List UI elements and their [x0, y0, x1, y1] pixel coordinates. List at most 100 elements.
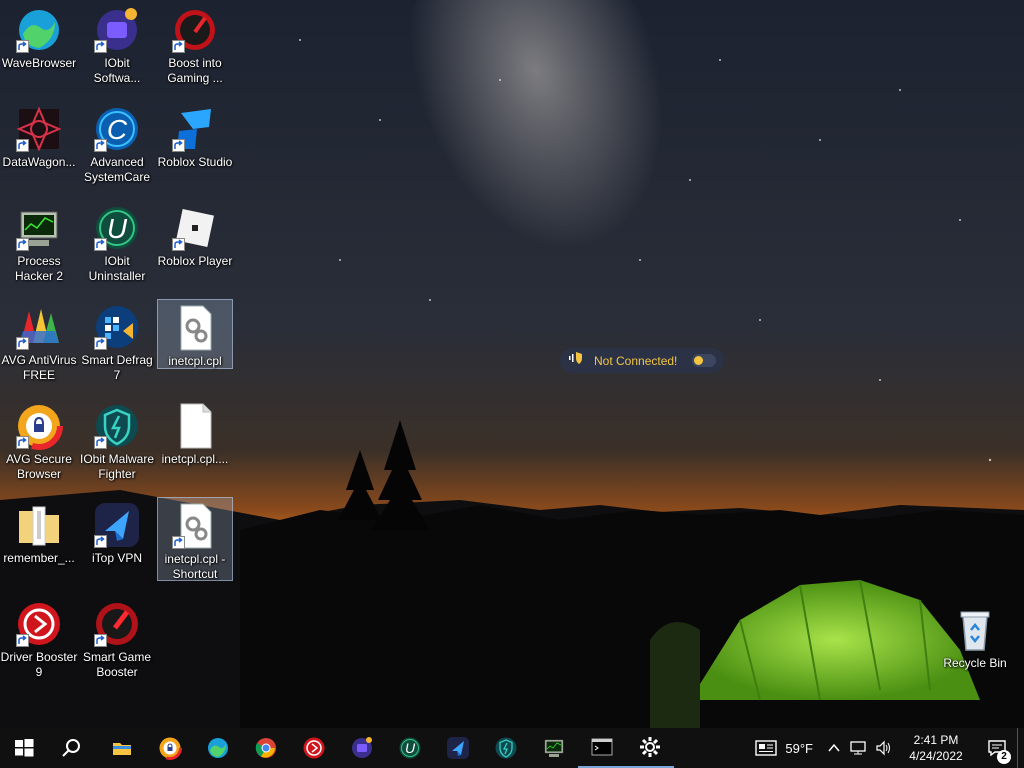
taskbar-app-iobit-uninstaller[interactable]: U [386, 728, 434, 768]
desktop-shortcut-iobit-software-updater[interactable]: IObit Softwa... [79, 2, 155, 85]
shortcut-arrow-icon [94, 238, 107, 251]
desktop-shortcut-iobit-uninstaller[interactable]: U IObit Uninstaller [79, 200, 155, 283]
desktop-shortcut-smart-game-booster[interactable]: Smart Game Booster [79, 596, 155, 679]
command-prompt-icon [591, 738, 613, 756]
iobit-software-updater-icon [93, 6, 141, 54]
taskbar-app-iobit-software-updater[interactable] [338, 728, 386, 768]
desktop-icon-label: IObit Uninstaller [88, 254, 146, 283]
desktop-icon-label: Smart Defrag 7 [81, 353, 153, 382]
desktop-icon-label: Driver Booster 9 [0, 650, 78, 679]
desktop-shortcut-blank-file[interactable]: inetcpl.cpl.... [157, 398, 233, 470]
process-hacker-icon [15, 204, 63, 252]
shortcut-arrow-icon [16, 40, 29, 53]
chrome-icon [255, 738, 276, 758]
desktop-icon-label: inetcpl.cpl - Shortcut [164, 552, 226, 581]
windows-start-icon [15, 739, 34, 757]
search-icon [62, 739, 80, 757]
shortcut-arrow-icon [172, 139, 185, 152]
news-weather-widget[interactable]: 59°F [755, 740, 813, 756]
taskbar-app-wave-browser[interactable] [194, 728, 242, 768]
taskbar-app-command-prompt[interactable] [578, 728, 626, 768]
desktop-shortcut-driver-booster[interactable]: Driver Booster 9 [1, 596, 77, 679]
datawagon-icon [15, 105, 63, 153]
roblox-player-icon [171, 204, 219, 252]
desktop-shortcut-avg-antivirus[interactable]: AVG AntiVirus FREE [1, 299, 77, 382]
notification-count-badge: 2 [997, 750, 1011, 764]
desktop-icon-label: Advanced SystemCare [83, 155, 151, 184]
desktop-icon-label: WaveBrowser [1, 56, 77, 70]
speaker-icon[interactable] [875, 740, 893, 756]
taskbar-app-avg-secure-browser[interactable] [146, 728, 194, 768]
desktop-shortcut-process-hacker[interactable]: Process Hacker 2 [1, 200, 77, 283]
wave-browser-icon [208, 738, 228, 758]
taskbar-app-process-hacker[interactable] [530, 728, 578, 768]
blank-file-icon [171, 402, 219, 450]
taskbar-app-driver-booster[interactable] [290, 728, 338, 768]
desktop-shortcut-boost-gaming[interactable]: Boost into Gaming ... [157, 2, 233, 85]
smart-defrag-icon [93, 303, 141, 351]
avg-secure-browser-icon [15, 402, 63, 450]
desktop-shortcut-smart-defrag[interactable]: Smart Defrag 7 [79, 299, 155, 382]
recycle-bin-shortcut[interactable]: Recycle Bin [937, 602, 1013, 674]
shortcut-arrow-icon [16, 238, 29, 251]
itop-vpn-icon [447, 737, 469, 759]
desktop-shortcut-roblox-studio[interactable]: Roblox Studio [157, 101, 233, 173]
vpn-status-widget[interactable]: Not Connected! [560, 348, 724, 373]
network-icon[interactable] [849, 740, 867, 756]
desktop-icon-label: inetcpl.cpl [168, 354, 222, 368]
driver-booster-icon [15, 600, 63, 648]
taskbar-app-settings[interactable] [626, 728, 674, 768]
smart-game-booster-icon [93, 600, 141, 648]
process-hacker-icon [544, 739, 564, 757]
svg-text:C: C [107, 114, 128, 145]
cpl-shortcut-icon [171, 502, 219, 550]
desktop-icon-label: Process Hacker 2 [14, 254, 64, 283]
taskbar: U 59°F 2:41 PM 4/24/2022 2 [0, 728, 1024, 768]
svg-text:U: U [107, 213, 128, 244]
taskbar-app-itop-vpn[interactable] [434, 728, 482, 768]
tray-icons [827, 740, 893, 756]
shortcut-arrow-icon [94, 634, 107, 647]
action-center-button[interactable]: 2 [977, 738, 1017, 764]
desktop-shortcut-zip-folder[interactable]: remember_... [1, 497, 77, 569]
taskbar-app-file-explorer[interactable] [98, 728, 146, 768]
desktop-icon-label: Roblox Player [157, 254, 233, 268]
clock[interactable]: 2:41 PM 4/24/2022 [903, 732, 969, 764]
desktop-icon-label: DataWagon... [2, 155, 76, 169]
start-button[interactable] [0, 728, 48, 768]
desktop-shortcut-datawagon[interactable]: DataWagon... [1, 101, 77, 173]
show-desktop-button[interactable] [1017, 728, 1024, 768]
shortcut-arrow-icon [172, 40, 185, 53]
wave-browser-icon [15, 6, 63, 54]
desktop-shortcut-roblox-player[interactable]: Roblox Player [157, 200, 233, 272]
iobit-malware-fighter-icon [495, 737, 517, 759]
iobit-malware-fighter-icon [93, 402, 141, 450]
shortcut-arrow-icon [94, 535, 107, 548]
desktop-shortcut-itop-vpn[interactable]: iTop VPN [79, 497, 155, 569]
shortcut-arrow-icon [16, 139, 29, 152]
taskbar-app-iobit-malware-fighter[interactable] [482, 728, 530, 768]
desktop-shortcut-iobit-malware-fighter[interactable]: IObit Malware Fighter [79, 398, 155, 481]
desktop-icon-label: IObit Softwa... [93, 56, 141, 85]
desktop-shortcut-cpl-shortcut[interactable]: inetcpl.cpl - Shortcut [157, 497, 233, 581]
desktop-shortcut-avg-secure-browser[interactable]: AVG Secure Browser [1, 398, 77, 481]
desktop-shortcut-advanced-systemcare[interactable]: C Advanced SystemCare [79, 101, 155, 184]
desktop-icon-label: IObit Malware Fighter [79, 452, 155, 481]
recycle-bin-icon [951, 606, 999, 654]
search-button[interactable] [48, 728, 96, 768]
iobit-software-updater-icon [352, 737, 372, 758]
desktop-shortcut-cpl-file[interactable]: inetcpl.cpl [157, 299, 233, 369]
desktop-icon-label: inetcpl.cpl.... [161, 452, 229, 466]
system-tray: 59°F 2:41 PM 4/24/2022 2 [755, 728, 1024, 768]
desktop-icon-label: AVG Secure Browser [6, 452, 72, 481]
desktop-shortcut-wave-browser[interactable]: WaveBrowser [1, 2, 77, 74]
clock-date: 4/24/2022 [909, 749, 963, 763]
vpn-toggle[interactable] [692, 354, 716, 367]
taskbar-pinned-apps: U [98, 728, 674, 768]
weather-temperature: 59°F [785, 740, 813, 756]
taskbar-app-chrome[interactable] [242, 728, 290, 768]
desktop-icon-label: AVG AntiVirus FREE [1, 353, 77, 382]
shortcut-arrow-icon [172, 238, 185, 251]
chevron-up-icon[interactable] [827, 741, 841, 755]
desktop-icon-label: Recycle Bin [943, 656, 1007, 670]
